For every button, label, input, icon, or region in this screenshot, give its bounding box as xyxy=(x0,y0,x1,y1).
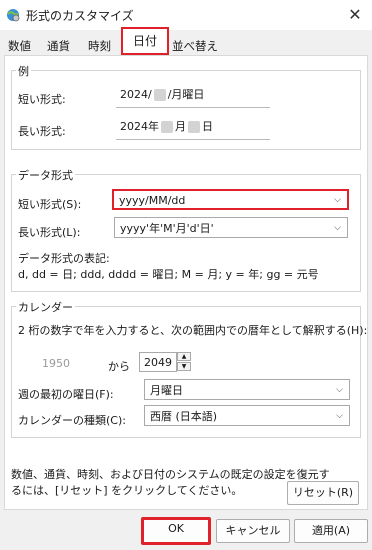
long-format-label: 長い形式(L): xyxy=(18,226,81,239)
close-icon[interactable]: ✕ xyxy=(338,0,372,30)
year-range-from: 1950 xyxy=(42,357,70,370)
long-format-select[interactable]: yyyy'年'M'月'd'日' ⌵ xyxy=(114,217,348,238)
spin-up-icon[interactable]: ▲ xyxy=(177,352,191,361)
redacted-mark xyxy=(188,121,200,133)
example-short-value: 2024//月曜日 xyxy=(116,83,270,108)
data-format-group: データ形式 短い形式(S): yyyy/MM/dd ⌵ 長い形式(L): yyyy… xyxy=(11,167,361,292)
short-format-label: 短い形式(S): xyxy=(18,198,82,211)
tab-date[interactable]: 日付 xyxy=(121,27,169,55)
example-group: 例 短い形式: 2024//月曜日 長い形式: 2024年月日 xyxy=(11,63,361,150)
tab-sort[interactable]: 並べ替え xyxy=(168,36,222,56)
calendar-legend: カレンダー xyxy=(16,299,75,315)
tab-number[interactable]: 数値 xyxy=(4,36,35,56)
redacted-mark xyxy=(161,121,173,133)
tab-panel: 例 短い形式: 2024//月曜日 長い形式: 2024年月日 データ形式 短い… xyxy=(4,55,368,510)
chevron-down-icon: ⌵ xyxy=(334,223,341,233)
notation-text: d, dd = 日; ddd, dddd = 曜日; M = 月; y = 年;… xyxy=(18,268,319,281)
reset-button[interactable]: リセット(R) xyxy=(287,481,359,505)
redacted-mark xyxy=(153,89,166,101)
year-range-mid: から xyxy=(108,360,130,373)
example-short-label: 短い形式: xyxy=(18,93,66,106)
example-legend: 例 xyxy=(16,63,31,79)
chevron-down-icon: ⌵ xyxy=(334,195,341,205)
restore-text-line2: るには、[リセット] をクリックしてください。 xyxy=(11,484,243,497)
ok-button[interactable]: OK xyxy=(141,517,211,545)
region-globe-icon xyxy=(7,9,20,22)
notation-title: データ形式の表記: xyxy=(18,252,110,265)
two-digit-year-text: 2 桁の数字で年を入力すると、次の範囲内での暦年として解釈する(H): xyxy=(18,324,368,337)
calendar-type-select[interactable]: 西暦 (日本語) ⌵ xyxy=(144,405,350,426)
restore-text-line1: 数値、通貨、時刻、および日付のシステムの既定の設定を復元す xyxy=(11,468,330,481)
calendar-type-label: カレンダーの種類(C): xyxy=(18,414,126,427)
example-long-value: 2024年月日 xyxy=(116,115,270,140)
first-day-select[interactable]: 月曜日 ⌵ xyxy=(144,379,350,400)
window-title: 形式のカスタマイズ xyxy=(26,9,134,23)
tab-time[interactable]: 時刻 xyxy=(84,36,115,56)
title-bar: 形式のカスタマイズ ✕ xyxy=(0,0,372,30)
short-format-select[interactable]: yyyy/MM/dd ⌵ xyxy=(112,189,349,210)
data-format-legend: データ形式 xyxy=(16,167,75,183)
cancel-button[interactable]: キャンセル xyxy=(216,519,290,543)
tab-currency[interactable]: 通貨 xyxy=(43,36,74,56)
example-long-label: 長い形式: xyxy=(18,125,66,138)
spin-down-icon[interactable]: ▼ xyxy=(177,362,191,371)
year-range-to-input[interactable]: 2049 xyxy=(139,352,177,372)
chevron-down-icon: ⌵ xyxy=(336,411,343,421)
calendar-group: カレンダー 2 桁の数字で年を入力すると、次の範囲内での暦年として解釈する(H)… xyxy=(11,299,367,438)
apply-button[interactable]: 適用(A) xyxy=(294,519,368,543)
first-day-label: 週の最初の曜日(F): xyxy=(18,388,114,401)
chevron-down-icon: ⌵ xyxy=(336,385,343,395)
